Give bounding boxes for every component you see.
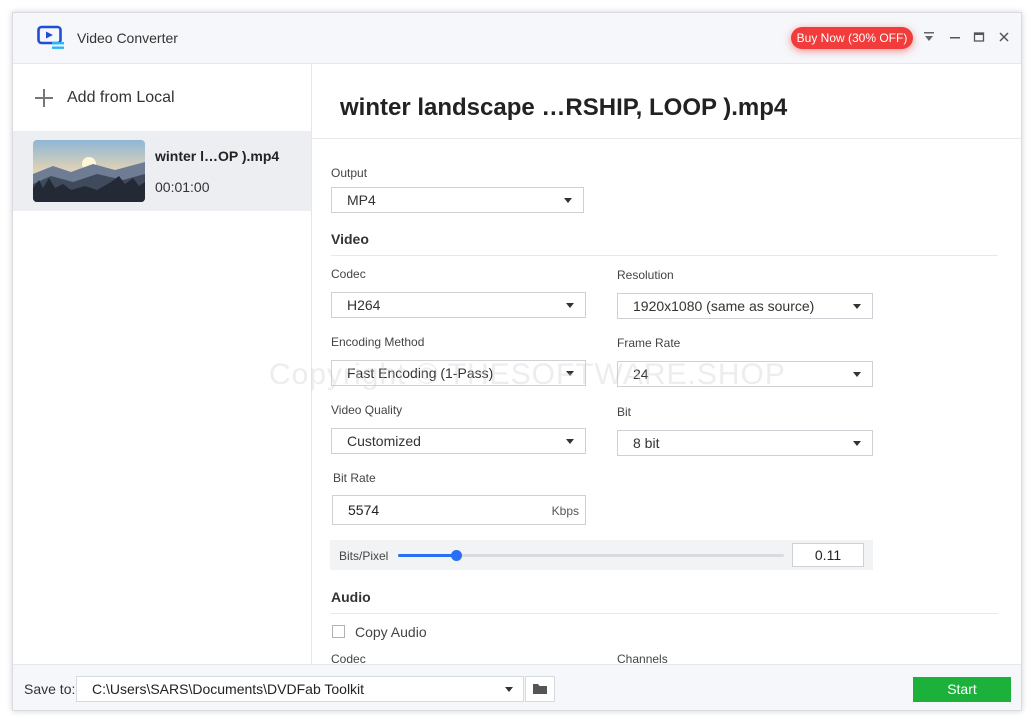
- chevron-down-icon: [564, 198, 572, 203]
- video-thumbnail: [33, 140, 145, 202]
- bit-depth-select[interactable]: 8 bit: [617, 430, 873, 456]
- copy-audio-label[interactable]: Copy Audio: [355, 624, 427, 640]
- audio-section-divider: [331, 613, 998, 614]
- start-button[interactable]: Start: [913, 677, 1011, 702]
- channels-label: Channels: [617, 652, 668, 664]
- bottom-bar: Save to: C:\Users\SARS\Documents\DVDFab …: [13, 664, 1021, 710]
- resolution-value: 1920x1080 (same as source): [633, 298, 815, 314]
- watermark: Copyright © THESOFTWARE.SHOP: [269, 358, 786, 391]
- video-quality-value: Customized: [347, 433, 421, 449]
- close-icon[interactable]: [996, 29, 1012, 45]
- bit-rate-label: Bit Rate: [333, 471, 376, 485]
- output-format-select[interactable]: MP4: [331, 187, 584, 213]
- minimize-icon[interactable]: [947, 29, 963, 45]
- chevron-down-icon: [853, 304, 861, 309]
- copy-audio-checkbox[interactable]: [332, 625, 345, 638]
- codec-value: H264: [347, 297, 381, 313]
- chevron-down-icon: [566, 303, 574, 308]
- bit-rate-input[interactable]: 5574 Kbps: [332, 495, 586, 525]
- resolution-select[interactable]: 1920x1080 (same as source): [617, 293, 873, 319]
- bit-rate-value: 5574: [348, 502, 380, 518]
- save-to-label: Save to:: [24, 681, 76, 697]
- file-sidebar: Add from Local winter l…OP ).mp4 00:01:0: [13, 64, 312, 664]
- audio-section-heading: Audio: [331, 589, 371, 605]
- file-list-item[interactable]: winter l…OP ).mp4 00:01:00: [13, 131, 311, 211]
- resolution-label: Resolution: [617, 268, 674, 282]
- chevron-down-icon: [505, 687, 513, 692]
- app-title: Video Converter: [77, 30, 178, 46]
- dropdown-menu-icon[interactable]: [921, 29, 937, 45]
- video-converter-logo-icon: [37, 25, 64, 49]
- audio-codec-label: Codec: [331, 652, 366, 664]
- bit-depth-value: 8 bit: [633, 435, 660, 451]
- maximize-icon[interactable]: [971, 29, 987, 45]
- frame-rate-label: Frame Rate: [617, 336, 681, 350]
- chevron-down-icon: [853, 372, 861, 377]
- codec-select[interactable]: H264: [331, 292, 586, 318]
- video-section-divider: [331, 255, 998, 256]
- bits-per-pixel-input[interactable]: 0.11: [792, 543, 864, 567]
- video-quality-label: Video Quality: [331, 403, 403, 417]
- file-duration: 00:01:00: [155, 179, 210, 195]
- video-section-heading: Video: [331, 231, 369, 247]
- chevron-down-icon: [566, 439, 574, 444]
- title-divider: [312, 138, 1021, 139]
- buy-now-button[interactable]: Buy Now (30% OFF): [791, 27, 913, 49]
- slider-handle[interactable]: [450, 550, 462, 561]
- bit-label: Bit: [617, 405, 632, 419]
- title-bar: Video Converter Buy Now (30% OFF): [13, 13, 1021, 64]
- slider-fill: [398, 554, 456, 557]
- output-format-value: MP4: [347, 192, 376, 208]
- bits-per-pixel-label: Bits/Pixel: [339, 549, 389, 563]
- output-label: Output: [331, 166, 368, 180]
- browse-folder-button[interactable]: [525, 676, 555, 702]
- save-path-select[interactable]: C:\Users\SARS\Documents\DVDFab Toolkit: [76, 676, 524, 702]
- bits-per-pixel-row: Bits/Pixel 0.11: [330, 540, 873, 570]
- video-quality-select[interactable]: Customized: [331, 428, 586, 454]
- app-window: Video Converter Buy Now (30% OFF) Add fr…: [12, 12, 1022, 711]
- bits-per-pixel-slider[interactable]: [398, 550, 784, 561]
- page-title: winter landscape …RSHIP, LOOP ).mp4: [340, 94, 788, 121]
- save-path-value: C:\Users\SARS\Documents\DVDFab Toolkit: [92, 681, 365, 697]
- plus-icon: [35, 89, 53, 107]
- bit-rate-unit: Kbps: [551, 504, 579, 518]
- add-from-local-button[interactable]: Add from Local: [35, 86, 175, 110]
- encoding-method-label: Encoding Method: [331, 335, 425, 349]
- file-name: winter l…OP ).mp4: [155, 148, 280, 164]
- folder-icon: [533, 684, 547, 694]
- add-from-local-label: Add from Local: [67, 89, 175, 106]
- chevron-down-icon: [853, 441, 861, 446]
- codec-label: Codec: [331, 267, 366, 281]
